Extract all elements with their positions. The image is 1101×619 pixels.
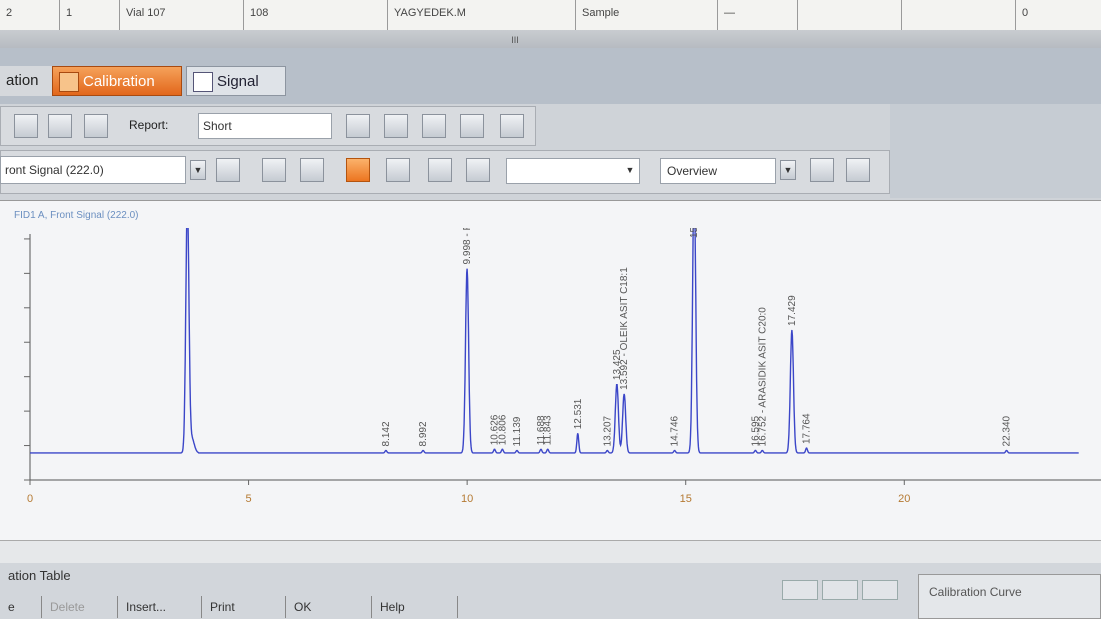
table-button-0[interactable]: e — [0, 596, 42, 618]
insert-button[interactable]: Insert... — [118, 596, 202, 618]
x-tick-label: 20 — [898, 493, 910, 505]
tab-signal[interactable]: Signal — [186, 66, 286, 96]
manual-integration-icon[interactable] — [466, 158, 490, 182]
calibration-curve-panel[interactable]: Calibration Curve — [918, 574, 1101, 619]
sample-table-row[interactable]: 2 1 Vial 107 108 YAGYEDEK.M Sample — 0 — [0, 0, 1101, 31]
peak-label: 8.992 — [418, 421, 429, 446]
tab-calibration[interactable]: Calibration — [52, 66, 182, 96]
recalibrate-icon[interactable] — [48, 114, 72, 138]
peak-label: 12.531 — [573, 398, 584, 429]
row-col-1: 2 — [0, 0, 60, 30]
tab-integration[interactable]: ation — [0, 66, 52, 96]
export-report-icon[interactable] — [500, 114, 524, 138]
peak-label: 15.193 — [689, 228, 700, 238]
add-peak-icon[interactable] — [428, 158, 452, 182]
peak-label: 13.207 — [602, 415, 613, 446]
signal-select[interactable]: ront Signal (222.0) — [0, 156, 186, 184]
row-col-method: YAGYEDEK.M — [388, 0, 576, 30]
peak-label: 17.429 — [787, 295, 798, 326]
peak-label: 13.592 - OLEIK ASIT C18:1 — [619, 267, 630, 390]
peak-label: 11.843 — [543, 415, 554, 445]
compound-select[interactable]: ▼ — [506, 158, 640, 184]
new-calibration-icon[interactable] — [14, 114, 38, 138]
signal-icon — [193, 72, 213, 93]
overlay-icon[interactable] — [810, 158, 834, 182]
delete-peak-icon[interactable] — [386, 158, 410, 182]
delete-button[interactable]: Delete — [42, 596, 118, 618]
minimize-icon[interactable] — [782, 580, 818, 600]
peak-label: 14.746 — [670, 415, 681, 446]
maximize-icon[interactable] — [862, 580, 898, 600]
zoom-in-icon[interactable] — [262, 158, 286, 182]
row-col-last: 0 — [1022, 7, 1029, 19]
row-col-type: Sample — [576, 0, 718, 30]
print-preview-icon[interactable] — [384, 114, 408, 138]
zoom-out-icon[interactable] — [300, 158, 324, 182]
report-label: Report: — [129, 118, 169, 132]
empty-toolbar-area — [890, 104, 1101, 198]
chevron-down-icon: ▼ — [625, 165, 635, 175]
tab-signal-label: Signal — [217, 73, 259, 90]
calibration-icon — [59, 72, 79, 93]
calibration-table-title: ation Table — [8, 568, 71, 583]
edit-calibration-icon[interactable] — [84, 114, 108, 138]
tab-calibration-label: Calibration — [83, 73, 155, 90]
peak-label: 11.139 — [512, 416, 523, 446]
x-tick-label: 5 — [246, 493, 252, 505]
report-style-select[interactable]: Short — [198, 113, 332, 139]
x-tick-label: 15 — [680, 493, 692, 505]
chevron-down-icon[interactable]: ▼ — [190, 160, 206, 180]
x-tick-label: 10 — [461, 493, 473, 505]
row-col-blank-a — [798, 0, 902, 30]
row-col-vial: Vial 107 — [120, 0, 244, 30]
help-button[interactable]: Help — [372, 596, 458, 618]
restore-icon[interactable] — [822, 580, 858, 600]
ok-button[interactable]: OK — [286, 596, 372, 618]
horizontal-scrollbar[interactable]: III — [0, 30, 1101, 48]
select-pointer-icon[interactable] — [346, 158, 370, 182]
copy-report-icon[interactable] — [422, 114, 446, 138]
view-mode-select[interactable]: Overview — [660, 158, 776, 184]
chevron-down-icon[interactable]: ▼ — [780, 160, 796, 180]
peak-label: 10.806 — [497, 414, 508, 445]
chromatogram-trace — [30, 228, 1079, 454]
chart-title: FID1 A, Front Signal (222.0) — [14, 210, 139, 221]
chromatogram-plot[interactable]: 0 5 10 15 20 8.142 8.992 9.998 - PALMITIK ASIT … — [0, 228, 1101, 538]
row-col-level: — — [718, 0, 798, 30]
peak-label: 16.752 - ARASIDIK ASIT C20:0 — [757, 307, 768, 447]
print-button[interactable]: Print — [202, 596, 286, 618]
peak-label: 9.998 - PALMITIK ASIT C16:0 — [462, 228, 473, 264]
window-controls — [782, 580, 912, 602]
peak-label: 8.142 — [381, 421, 392, 446]
print-report-icon[interactable] — [460, 114, 484, 138]
peak-label: 22.340 — [1002, 415, 1013, 446]
table-view-icon[interactable] — [846, 158, 870, 182]
x-tick-label: 0 — [27, 493, 33, 505]
scroll-thumb-grip[interactable]: III — [500, 35, 530, 45]
row-col-injection: 108 — [244, 0, 388, 30]
tune-signal-icon[interactable] — [216, 158, 240, 182]
peak-label: 17.764 — [802, 413, 813, 444]
preview-report-icon[interactable] — [346, 114, 370, 138]
row-col-2: 1 — [60, 0, 120, 30]
row-col-blank-b — [902, 0, 1016, 30]
